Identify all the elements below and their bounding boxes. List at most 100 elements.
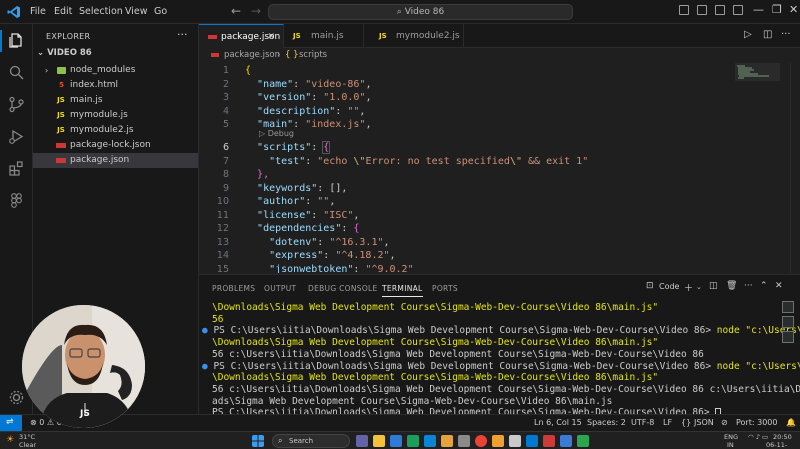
close-panel-icon[interactable]: ✕ [775,281,783,291]
remote-button[interactable]: ⇌ [0,415,22,431]
language-mode[interactable]: JSON [694,418,714,427]
toggle-panel-icon[interactable] [697,5,707,15]
explorer-icon[interactable] [8,32,25,49]
customize-layout-icon[interactable] [733,5,743,15]
chevron-up-icon[interactable]: ⌃ [760,281,768,291]
code-editor[interactable]: 1 2 3 4 5 6 7 8 9 10 11 12 13 14 15 { "n… [199,63,800,273]
breadcrumb-section[interactable]: scripts [299,48,327,63]
tab-mymodule2-js[interactable]: JS mymodule2.js [364,24,464,48]
close-icon[interactable]: ✕ [267,25,275,49]
app-icon[interactable] [492,435,504,447]
app-icon[interactable] [509,435,521,447]
toggle-secondary-sidebar-icon[interactable] [715,5,725,15]
trash-icon[interactable]: 🗑 [726,281,737,291]
app-icon[interactable] [543,435,555,447]
split-terminal-icon[interactable]: ◫ [709,281,718,291]
search-icon[interactable] [8,64,25,81]
maximize-icon[interactable]: ❐ [772,3,782,16]
close-window-icon[interactable]: ✕ [789,3,798,16]
minimize-icon[interactable]: — [753,3,764,16]
clock-time[interactable]: 20:50 [773,433,792,441]
chevron-right-icon: › [277,50,281,60]
vscode-taskbar-icon[interactable] [526,435,538,447]
terminal-line: 56 c:\Users\iitia\Downloads\Sigma Web De… [212,383,800,395]
panel-tab-problems[interactable]: PROBLEMS [212,284,255,293]
app-icon[interactable] [390,435,402,447]
tab-package-json[interactable]: package.json ✕ [199,24,284,48]
settings-gear-icon[interactable] [8,389,25,406]
run-icon[interactable]: ▷ [744,29,752,40]
menu-go[interactable]: Go [154,6,167,17]
status-bar: ⇌ ⊗ 0 ⚠ 0 Ln 6, Col 15 Spaces: 2 UTF-8 L… [0,414,800,431]
tree-item-node-modules[interactable]: › node_modules [33,63,198,78]
source-control-icon[interactable] [8,96,25,113]
panel-tab-debug-console[interactable]: DEBUG CONSOLE [308,284,378,293]
menu-edit[interactable]: Edit [54,6,72,17]
terminal-instance-icon[interactable] [782,331,794,343]
back-arrow-icon[interactable]: ← [231,4,241,18]
menu-view[interactable]: View [125,6,148,17]
language-indicator[interactable]: ENG [724,433,738,441]
cursor-position[interactable]: Ln 6, Col 15 [534,418,582,427]
tree-item-package-lock-json[interactable]: package-lock.json [33,138,198,153]
panel-tab-output[interactable]: OUTPUT [264,284,296,293]
debug-codelens[interactable]: ▷ Debug [259,129,294,138]
extensions-icon[interactable] [8,160,25,177]
panel-tab-terminal[interactable]: TERMINAL [382,284,423,297]
end-of-line[interactable]: LF [663,418,672,427]
terminal-instance-icon[interactable] [782,301,794,313]
menu-file[interactable]: File [30,6,46,17]
task-view-icon[interactable] [356,435,368,447]
figma-icon[interactable] [8,192,25,209]
new-terminal-icon[interactable]: ＋ [684,281,693,294]
webcam-overlay: JS [22,305,145,428]
tree-item-mymodule2-js[interactable]: JS mymodule2.js [33,123,198,138]
folder-header[interactable]: ⌄ VIDEO 86 [37,48,92,58]
breadcrumb-file[interactable]: package.json [224,48,280,63]
run-debug-icon[interactable] [8,128,25,145]
tab-main-js[interactable]: JS main.js [284,24,364,48]
forward-arrow-icon[interactable]: → [251,4,261,18]
tree-item-mymodule-js[interactable]: JS mymodule.js [33,108,198,123]
terminal-line: 56 c:\Users\iitia\Downloads\Sigma Web De… [212,348,704,360]
app-icon[interactable] [577,435,589,447]
weather-temp[interactable]: 31°C [19,433,35,441]
terminal-line: ● PS C:\Users\iitia\Downloads\Sigma Web … [202,325,800,337]
chevron-down-icon[interactable]: ⌄ [696,283,702,291]
terminal-name[interactable]: Code [659,282,679,291]
minimap[interactable] [735,63,780,103]
toggle-sidebar-icon[interactable] [679,5,689,15]
live-server-port[interactable]: Port: 3000 [736,418,777,427]
app-icon[interactable] [458,435,470,447]
wifi-icon[interactable]: ◠ ♪ ▭ [748,433,768,441]
app-icon[interactable] [407,435,419,447]
chrome-icon[interactable] [475,435,487,447]
live-server-icon[interactable]: ⊘ [721,418,728,427]
taskbar-search[interactable]: ⌕ Search [272,434,350,448]
app-icon[interactable] [424,435,436,447]
tree-item-package-json[interactable]: package.json [33,153,198,168]
terminal-instance-icon[interactable] [782,316,794,328]
more-actions-icon[interactable]: ··· [744,281,753,291]
indentation[interactable]: Spaces: 2 [587,418,626,427]
code-line: "express": "^4.18.2", [269,250,396,261]
app-icon[interactable] [560,435,572,447]
more-actions-icon[interactable]: ··· [177,28,188,41]
file-explorer-icon[interactable] [373,435,385,447]
editor-scrollbar[interactable] [790,63,800,273]
folder-icon [57,67,66,74]
html-icon: 5 [59,81,64,89]
app-icon[interactable] [441,435,453,447]
windows-start-icon[interactable] [252,435,264,447]
search-icon: ⌕ [278,436,283,445]
panel-tab-ports[interactable]: PORTS [432,284,458,293]
npm-icon [208,35,217,39]
command-center[interactable]: ⌕ Video 86 [268,4,573,20]
tree-item-index-html[interactable]: 5 index.html [33,78,198,93]
bell-icon[interactable]: 🔔 [786,418,796,427]
tree-item-main-js[interactable]: JS main.js [33,93,198,108]
more-actions-icon[interactable]: ··· [781,29,791,40]
menu-selection[interactable]: Selection [79,6,123,17]
split-editor-icon[interactable]: ◫ [763,29,772,40]
encoding[interactable]: UTF-8 [631,418,654,427]
